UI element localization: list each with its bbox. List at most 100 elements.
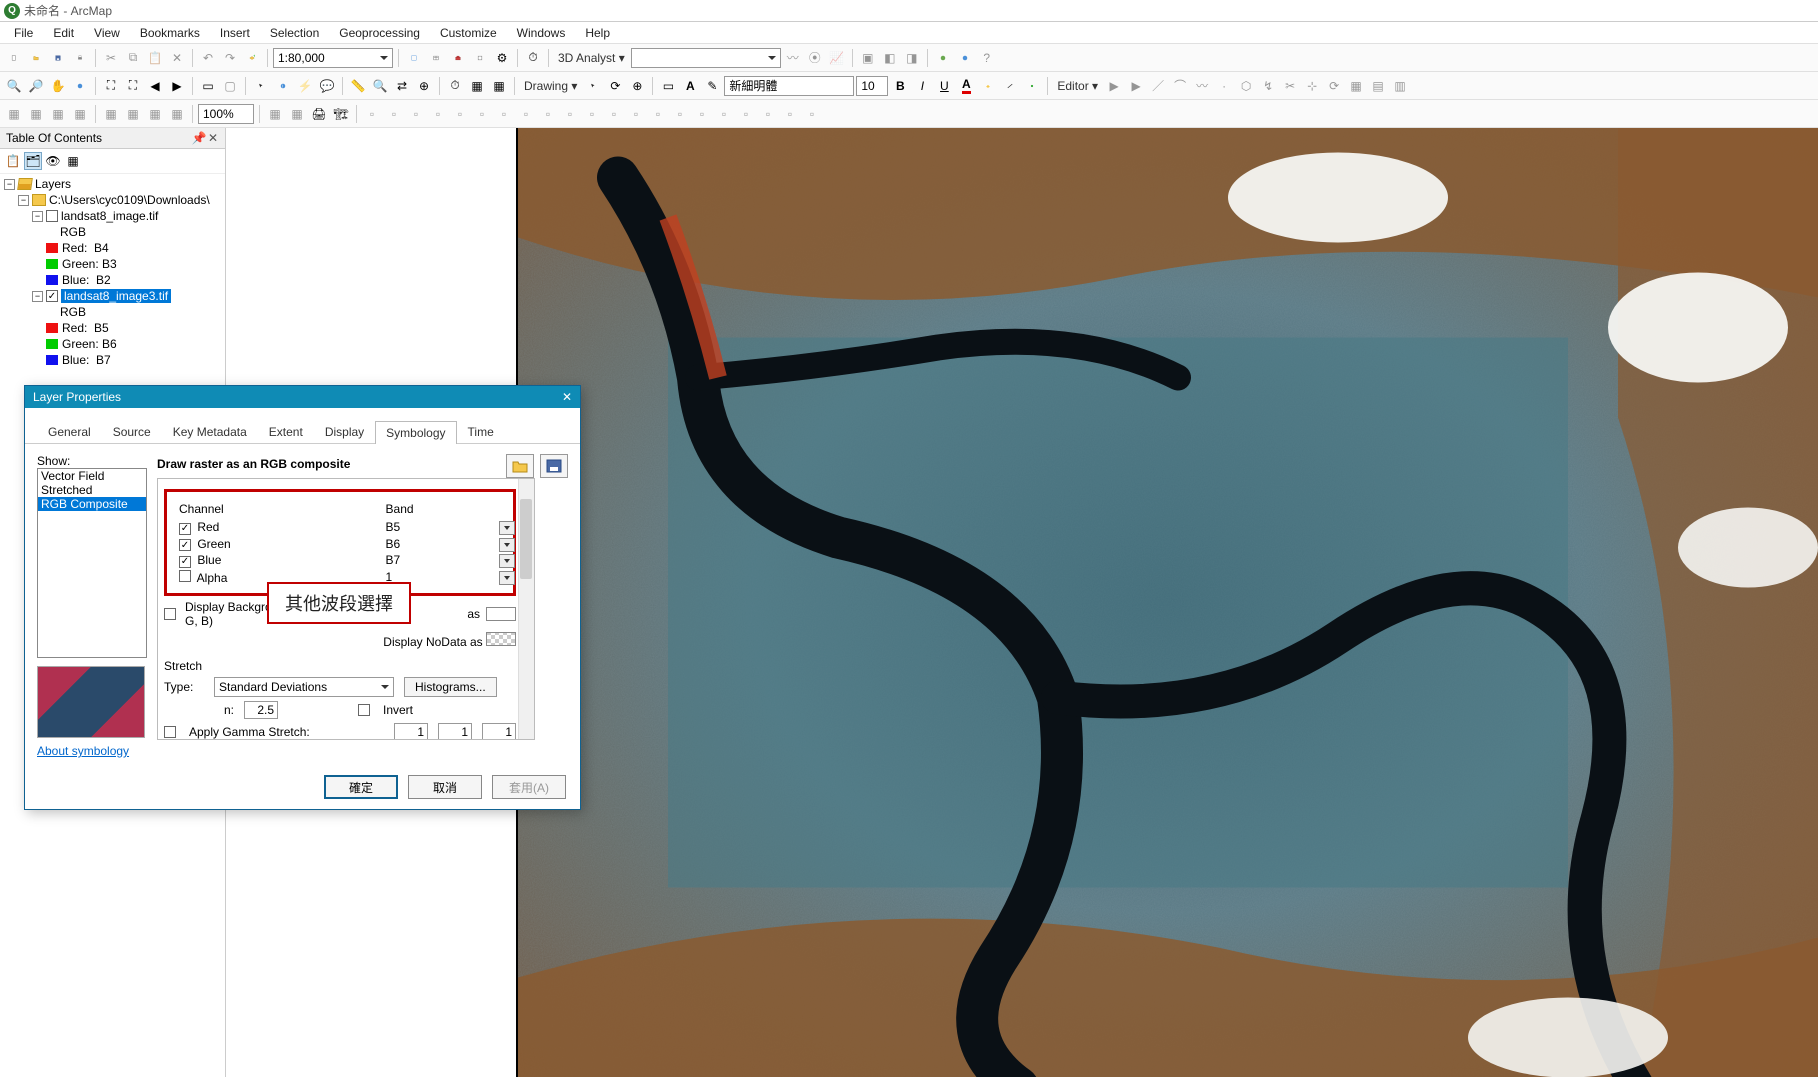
- prev-extent-button[interactable]: ◀: [145, 76, 165, 96]
- underline-button[interactable]: U: [934, 76, 954, 96]
- draw-zoom-button[interactable]: ⊕: [627, 76, 647, 96]
- tab-display[interactable]: Display: [314, 420, 375, 443]
- gamma-b-input[interactable]: [482, 723, 516, 741]
- expand-icon[interactable]: −: [18, 195, 29, 206]
- menu-insert[interactable]: Insert: [212, 24, 258, 42]
- toolbox-button[interactable]: [448, 48, 468, 68]
- marker-color-button[interactable]: [1022, 76, 1042, 96]
- add-data-button[interactable]: +: [242, 48, 262, 68]
- dialog-titlebar[interactable]: Layer Properties ✕: [25, 386, 580, 408]
- zoom-out-button[interactable]: 🔎: [26, 76, 46, 96]
- table-button[interactable]: [426, 48, 446, 68]
- trace-button[interactable]: 〰: [1192, 76, 1212, 96]
- misc-tool[interactable]: ▫: [648, 104, 668, 124]
- show-list[interactable]: Vector Field Stretched RGB Composite: [37, 468, 147, 658]
- arcglobe-button[interactable]: [955, 48, 975, 68]
- time-slider-button[interactable]: ⏱: [523, 48, 543, 68]
- edit-annotation-button[interactable]: ▶: [1126, 76, 1146, 96]
- ok-button[interactable]: 確定: [324, 775, 398, 799]
- misc-tool[interactable]: ▫: [582, 104, 602, 124]
- edit-vertices-2-button[interactable]: ⬡: [1236, 76, 1256, 96]
- apply-button[interactable]: 套用(A): [492, 775, 566, 799]
- band-blue-value[interactable]: B7: [386, 553, 401, 567]
- split-button[interactable]: ⊹: [1302, 76, 1322, 96]
- create-features-button[interactable]: ▥: [1390, 76, 1410, 96]
- undo-button[interactable]: ↶: [198, 48, 218, 68]
- gamma-r-input[interactable]: [394, 723, 428, 741]
- scrollbar[interactable]: [518, 479, 534, 739]
- show-option-rgb-composite[interactable]: RGB Composite: [38, 497, 146, 511]
- histograms-button[interactable]: Histograms...: [404, 677, 497, 697]
- gamma-checkbox[interactable]: [164, 726, 176, 738]
- misc-tool[interactable]: ▫: [780, 104, 800, 124]
- band-red-dropdown[interactable]: [499, 521, 515, 535]
- measure-button[interactable]: 📏: [348, 76, 368, 96]
- channel-blue-checkbox[interactable]: [179, 556, 191, 568]
- layer-name-1[interactable]: landsat8_image.tif: [61, 209, 158, 223]
- draw-select-button[interactable]: [583, 76, 603, 96]
- font-color-button[interactable]: A: [956, 76, 976, 96]
- edit-tool-button[interactable]: ▶: [1104, 76, 1124, 96]
- select-elements-button[interactable]: [251, 76, 271, 96]
- layers-root[interactable]: Layers: [35, 177, 71, 191]
- gr-5[interactable]: ▦: [101, 104, 121, 124]
- expand-icon[interactable]: −: [32, 291, 43, 302]
- misc-tool[interactable]: ▫: [692, 104, 712, 124]
- bg-color-picker[interactable]: [486, 607, 516, 621]
- time-slider-button-2[interactable]: ⏱: [445, 76, 465, 96]
- band-green-dropdown[interactable]: [499, 538, 515, 552]
- cancel-button[interactable]: 取消: [408, 775, 482, 799]
- hyperlink-button[interactable]: ⚡: [295, 76, 315, 96]
- full-extent-button[interactable]: [70, 76, 90, 96]
- toc-close-icon[interactable]: ✕: [207, 131, 219, 145]
- drawing-menu-label[interactable]: Drawing ▾: [520, 79, 581, 93]
- misc-tool[interactable]: ▫: [626, 104, 646, 124]
- misc-tool[interactable]: ▫: [450, 104, 470, 124]
- interpolate-point-button[interactable]: ⦿: [805, 48, 825, 68]
- print-button[interactable]: [70, 48, 90, 68]
- pan-button[interactable]: ✋: [48, 76, 68, 96]
- gr-7[interactable]: ▦: [145, 104, 165, 124]
- cut-button[interactable]: ✂: [101, 48, 121, 68]
- font-size-combo[interactable]: 10: [856, 76, 888, 96]
- surface-tool-3[interactable]: ◨: [902, 48, 922, 68]
- gr-3[interactable]: ▦: [48, 104, 68, 124]
- expand-icon[interactable]: −: [32, 211, 43, 222]
- misc-tool[interactable]: ▫: [516, 104, 536, 124]
- attributes-button[interactable]: ▦: [1346, 76, 1366, 96]
- straight-segment-button[interactable]: ／: [1148, 76, 1168, 96]
- save-symbology-button[interactable]: [540, 454, 568, 478]
- gr-1[interactable]: ▦: [4, 104, 24, 124]
- gr-10[interactable]: ▦: [287, 104, 307, 124]
- redo-button[interactable]: ↷: [220, 48, 240, 68]
- misc-tool[interactable]: ▫: [472, 104, 492, 124]
- map-scale-combo[interactable]: 1:80,000: [273, 48, 393, 68]
- draw-rectangle-button[interactable]: ▭: [658, 76, 678, 96]
- list-by-visibility-icon[interactable]: 👁: [44, 152, 62, 170]
- editor-toolbar-icon[interactable]: [404, 48, 424, 68]
- gr-11[interactable]: 🖨: [309, 104, 329, 124]
- group-path[interactable]: C:\Users\cyc0109\Downloads\: [49, 193, 210, 207]
- 3d-analyst-layer-combo[interactable]: [631, 48, 781, 68]
- toc-pin-icon[interactable]: 📌: [192, 131, 204, 145]
- cut-polygons-button[interactable]: ✂: [1280, 76, 1300, 96]
- misc-tool[interactable]: ▫: [362, 104, 382, 124]
- viewer-window-button[interactable]: ▦: [467, 76, 487, 96]
- tab-key-metadata[interactable]: Key Metadata: [162, 420, 258, 443]
- band-alpha-dropdown[interactable]: [499, 571, 515, 585]
- bold-button[interactable]: B: [890, 76, 910, 96]
- misc-tool[interactable]: ▫: [494, 104, 514, 124]
- profile-graph-button[interactable]: 📈: [827, 48, 847, 68]
- html-popup-button[interactable]: 💬: [317, 76, 337, 96]
- fixed-zoom-in-button[interactable]: ⛶: [101, 76, 121, 96]
- new-doc-button[interactable]: [4, 48, 24, 68]
- gr-9[interactable]: ▦: [265, 104, 285, 124]
- model-builder-button[interactable]: ⚙: [492, 48, 512, 68]
- line-color-button[interactable]: [1000, 76, 1020, 96]
- band-red-value[interactable]: B5: [386, 520, 401, 534]
- create-viewer-button[interactable]: ▦: [489, 76, 509, 96]
- paste-button[interactable]: 📋: [145, 48, 165, 68]
- help-button[interactable]: ?: [977, 48, 997, 68]
- channel-red-checkbox[interactable]: [179, 523, 191, 535]
- zoom-in-button[interactable]: 🔍: [4, 76, 24, 96]
